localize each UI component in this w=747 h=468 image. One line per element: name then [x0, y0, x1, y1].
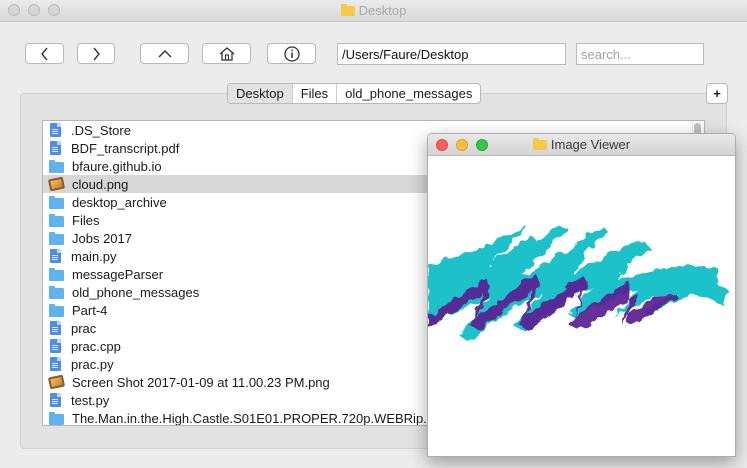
document-icon	[50, 141, 61, 155]
viewer-title: Image Viewer	[428, 137, 735, 152]
image-icon	[47, 176, 66, 192]
image-viewer-window[interactable]: Image Viewer	[427, 133, 736, 457]
document-icon	[50, 357, 61, 371]
window-title: Desktop	[0, 3, 747, 18]
document-icon	[50, 321, 61, 335]
back-button[interactable]	[25, 43, 64, 64]
document-icon	[50, 123, 61, 137]
home-button[interactable]	[202, 43, 251, 64]
info-icon	[283, 45, 300, 62]
forward-button[interactable]	[77, 43, 115, 64]
folder-icon	[49, 231, 64, 245]
tab-desktop[interactable]: Desktop	[228, 84, 293, 103]
document-icon	[50, 339, 61, 353]
folder-icon	[49, 303, 64, 317]
folder-icon	[340, 4, 355, 16]
image-icon	[47, 374, 66, 390]
folder-icon	[49, 195, 64, 209]
tab-old-phone-messages[interactable]: old_phone_messages	[337, 84, 480, 103]
path-field[interactable]	[337, 43, 566, 65]
folder-icon	[49, 213, 64, 227]
folder-icon	[49, 411, 64, 425]
chevron-up-icon	[158, 49, 171, 57]
chevron-left-icon	[40, 47, 48, 60]
window-titlebar: Desktop	[0, 0, 747, 22]
abstract-brushstroke-image	[428, 226, 728, 342]
folder-icon	[49, 159, 64, 173]
add-tab-button[interactable]: +	[706, 83, 728, 104]
document-icon	[50, 393, 61, 407]
viewer-titlebar[interactable]: Image Viewer	[428, 134, 735, 156]
image-canvas	[428, 156, 735, 456]
chevron-right-icon	[93, 47, 100, 60]
folder-icon	[532, 138, 547, 150]
tab-files[interactable]: Files	[293, 84, 338, 103]
search-input[interactable]	[576, 43, 704, 65]
document-icon	[50, 249, 61, 263]
home-icon	[219, 46, 234, 61]
folder-icon	[49, 267, 64, 281]
info-button[interactable]	[267, 43, 316, 64]
tab-bar: Desktop Files old_phone_messages	[227, 83, 482, 104]
folder-icon	[49, 285, 64, 299]
up-button[interactable]	[140, 43, 189, 64]
